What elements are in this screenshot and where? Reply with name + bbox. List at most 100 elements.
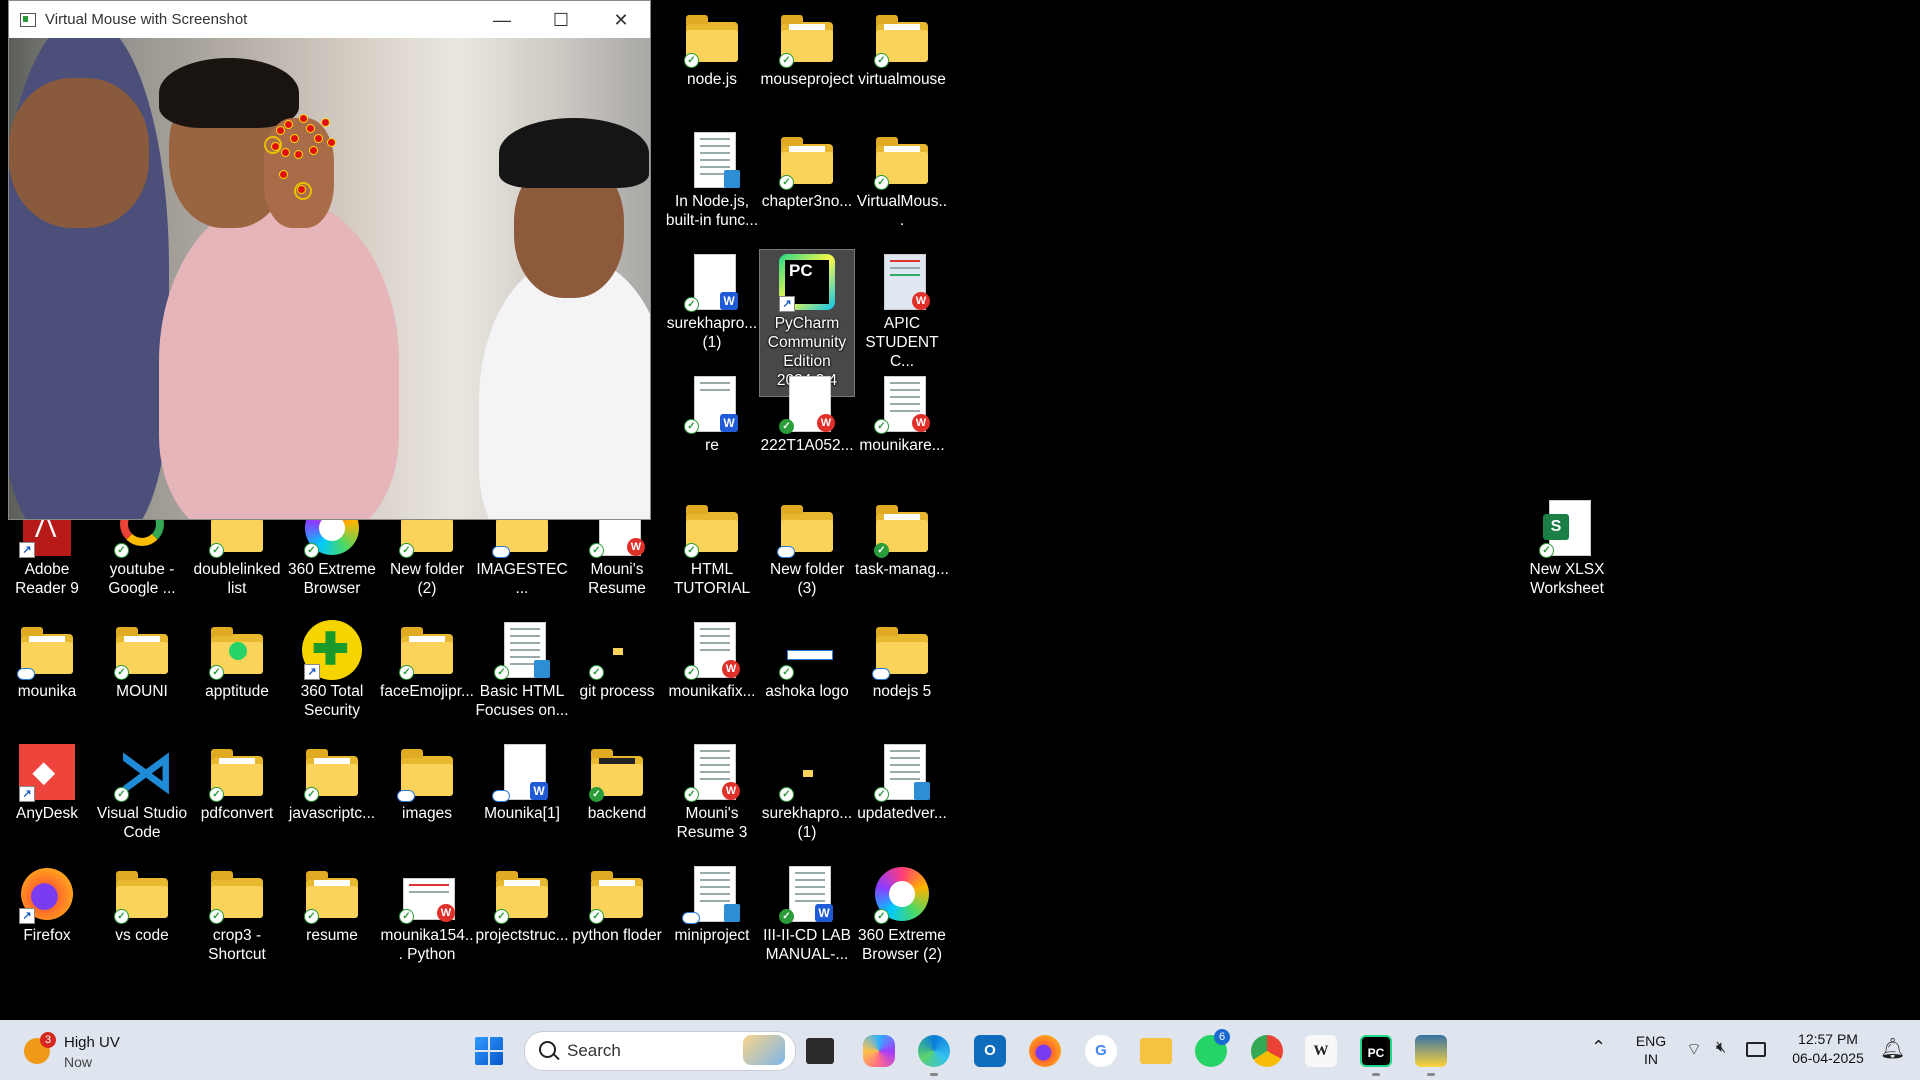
desktop-icon-nodejs[interactable]: ✓ node.js <box>665 0 759 89</box>
minimize-button[interactable]: — <box>480 5 524 35</box>
wifi-icon[interactable]: ⌔ <box>1686 1039 1702 1060</box>
firefox-icon[interactable] <box>1029 1035 1061 1067</box>
folder-icon: ✓ <box>872 8 932 68</box>
battery-icon[interactable] <box>1746 1042 1766 1057</box>
hand-landmark-point <box>290 134 299 143</box>
desktop-icon-re[interactable]: W ✓ re <box>665 366 759 455</box>
desktop-icon-javascriptc[interactable]: ✓ javascriptc... <box>285 734 379 823</box>
desktop-icon-new-xlsx-worksheet[interactable]: S ✓ New XLSX Worksheet <box>1520 490 1614 598</box>
task-view-icon[interactable] <box>806 1038 834 1064</box>
desktop-icon-ashoka-logo[interactable]: ✓ ashoka logo <box>760 612 854 701</box>
desktop-icon-faceemojipr[interactable]: ✓ faceEmojipr... <box>380 612 474 701</box>
desktop-icon-mounis-resume-3[interactable]: W ✓ Mouni's Resume 3 <box>665 734 759 842</box>
synced-check-icon: ✓ <box>399 665 414 680</box>
desktop-icon-git-process[interactable]: ✓ git process <box>570 612 664 701</box>
desktop-icon-vs-code[interactable]: ✓ vs code <box>95 856 189 945</box>
desktop-icon-222t1a052[interactable]: W ✓ 222T1A052... <box>760 366 854 455</box>
desktop-icon-lab-manual[interactable]: W ✓ III-II-CD LAB MANUAL-... <box>760 856 854 964</box>
google-icon[interactable]: G <box>1085 1035 1117 1067</box>
notification-bell-icon[interactable]: 🔔︎ <box>1880 1036 1905 1061</box>
search-placeholder: Search <box>567 1041 621 1060</box>
clock[interactable]: 12:57 PM 06-04-2025 <box>1780 1030 1876 1068</box>
desktop-icon-label: Mouni's Resume 3 <box>676 805 748 841</box>
person-left-face <box>9 78 149 228</box>
synced-check-icon: ✓ <box>209 543 224 558</box>
taskbar-search[interactable]: Search <box>524 1031 796 1071</box>
pycharm-taskbar-icon[interactable]: PC <box>1360 1035 1392 1067</box>
desktop-icon-new-folder-3[interactable]: New folder (3) <box>760 490 854 598</box>
hand-landmark-point <box>281 148 290 157</box>
synced-check-icon: ✓ <box>874 419 889 434</box>
desktop-icon-mouseproject[interactable]: ✓ mouseproject <box>760 0 854 89</box>
cloud-icon <box>397 790 415 802</box>
desktop-icon-apptitude[interactable]: ✓ apptitude <box>190 612 284 701</box>
clock-date: 06-04-2025 <box>1792 1050 1864 1066</box>
desktop-icon-resume[interactable]: ✓ resume <box>285 856 379 945</box>
running-indicator <box>930 1073 938 1076</box>
desktop-icon-html-tutorial[interactable]: ✓ HTML TUTORIAL <box>665 490 759 598</box>
desktop-icon-label: APIC STUDENT C... <box>865 315 939 370</box>
desktop-icon-backend[interactable]: ✓ backend <box>570 734 664 823</box>
desktop-icon-pdfconvert[interactable]: ✓ pdfconvert <box>190 734 284 823</box>
desktop-icon-mounika[interactable]: mounika <box>0 612 94 701</box>
desktop-icon-label: task-manag... <box>855 561 949 578</box>
close-button[interactable]: ✕ <box>599 5 643 35</box>
desktop-icon-basic-html[interactable]: ✓ Basic HTML Focuses on... <box>475 612 569 720</box>
synced-check-icon: ✓ <box>589 787 604 802</box>
start-button[interactable] <box>473 1035 505 1067</box>
desktop-icon-label: 360 Total Security <box>300 683 364 719</box>
folder-icon: ✓ <box>302 742 362 802</box>
desktop-icon-chapter3no[interactable]: ✓ chapter3no... <box>760 122 854 211</box>
desktop-icon-miniproject[interactable]: miniproject <box>665 856 759 945</box>
file-explorer-icon[interactable] <box>1140 1038 1172 1064</box>
volume-muted-icon[interactable]: 🔇︎ <box>1716 1039 1726 1057</box>
maximize-button[interactable]: ☐ <box>539 5 583 35</box>
desktop-icon-task-manag[interactable]: ✓ task-manag... <box>855 490 949 579</box>
python-app-icon[interactable] <box>1415 1035 1447 1067</box>
chrome-icon[interactable] <box>1251 1035 1283 1067</box>
desktop-icon-virtualmous-folder[interactable]: ✓ VirtualMous... <box>855 122 949 230</box>
desktop-icon-mounika-1[interactable]: W Mounika[1] <box>475 734 569 823</box>
desktop-icon-updatedver[interactable]: ✓ updatedver... <box>855 734 949 823</box>
desktop-icon-nodejs-5[interactable]: nodejs 5 <box>855 612 949 701</box>
weather-widget[interactable]: 3 High UV Now <box>20 1028 150 1072</box>
desktop-icon-surekha-doc[interactable]: W ✓ surekhapro... (1) <box>665 244 759 352</box>
desktop-icon-apic-student[interactable]: W APIC STUDENT C... <box>855 244 949 371</box>
desktop-icon-label: surekhapro... (1) <box>761 805 853 841</box>
outlook-icon[interactable]: O <box>974 1035 1006 1067</box>
folder-icon: ✓ <box>587 742 647 802</box>
desktop-icon-crop3-shortcut[interactable]: ✓ crop3 - Shortcut <box>190 856 284 964</box>
desktop-icon-surekhapro-image[interactable]: ✓ surekhapro... (1) <box>760 734 854 842</box>
desktop-icon-visual-studio-code[interactable]: ⋊ ✓ Visual Studio Code <box>95 734 189 842</box>
desktop-icon-anydesk[interactable]: ◆ ↗ AnyDesk <box>0 734 94 823</box>
pdf-document-icon: W ✓ <box>682 620 742 680</box>
desktop-icon-python-floder[interactable]: ✓ python floder <box>570 856 664 945</box>
desktop-icon-mouni[interactable]: ✓ MOUNI <box>95 612 189 701</box>
folder-icon: ✓ <box>777 8 837 68</box>
desktop-icon-label: projectstruc... <box>475 927 569 944</box>
edge-icon[interactable] <box>918 1035 950 1067</box>
desktop-icon-mounika154-python[interactable]: W ✓ mounika154... Python <box>380 856 474 964</box>
desktop-icon-mounikafix[interactable]: W ✓ mounikafix... <box>665 612 759 701</box>
desktop-icon-firefox[interactable]: ↗ Firefox <box>0 856 94 945</box>
cloud-icon <box>492 790 510 802</box>
hand-landmark-point <box>284 120 293 129</box>
desktop-icon-mounikare[interactable]: W ✓ mounikare... <box>855 366 949 455</box>
wikipedia-icon[interactable]: W <box>1305 1035 1337 1067</box>
person-right-cap <box>499 118 649 188</box>
desktop-icon-label: New XLSX Worksheet <box>1529 561 1605 597</box>
copilot-icon[interactable] <box>863 1035 895 1067</box>
desktop-icon-360-total-security[interactable]: ✚ ↗ 360 Total Security <box>285 612 379 720</box>
language-indicator[interactable]: ENG IN <box>1634 1032 1668 1068</box>
desktop-icon-virtualmouse[interactable]: ✓ virtualmouse <box>855 0 949 89</box>
desktop-icon-node-text[interactable]: In Node.js, built-in func... <box>665 122 759 230</box>
camera-feed[interactable] <box>9 38 650 519</box>
desktop-icon-360-extreme-browser-2[interactable]: ✓ 360 Extreme Browser (2) <box>855 856 949 964</box>
word-document-icon: W ✓ <box>682 374 742 434</box>
desktop-icon-label: vs code <box>115 927 169 944</box>
image-file-icon: ✓ <box>777 742 837 802</box>
desktop-icon-images[interactable]: images <box>380 734 474 823</box>
desktop-icon-projectstruc[interactable]: ✓ projectstruc... <box>475 856 569 945</box>
chevron-up-icon[interactable]: ⌃ <box>1591 1037 1606 1058</box>
window-titlebar[interactable]: Virtual Mouse with Screenshot — ☐ ✕ <box>9 1 650 38</box>
